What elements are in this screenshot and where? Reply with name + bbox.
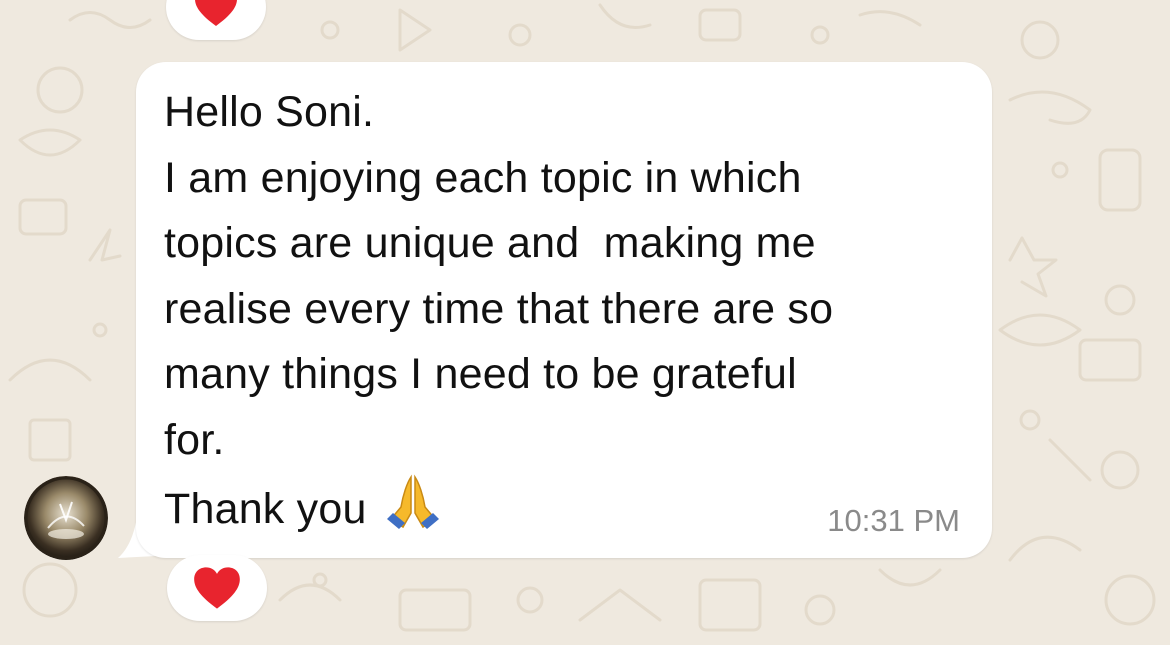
heart-reaction-top[interactable] bbox=[166, 0, 266, 40]
red-heart-icon bbox=[194, 567, 240, 609]
sender-avatar[interactable] bbox=[24, 476, 108, 560]
folded-hands-icon bbox=[386, 474, 439, 529]
message-line: many things I need to be grateful bbox=[164, 350, 797, 398]
message-line: for. bbox=[164, 415, 225, 464]
message-text: Hello Soni. I am enjoying each topic in … bbox=[164, 80, 974, 539]
message-line: Hello Soni. bbox=[164, 88, 375, 136]
message-line: topics are unique and making me bbox=[164, 219, 816, 267]
avatar-image bbox=[24, 476, 108, 560]
red-heart-icon bbox=[195, 0, 237, 26]
heart-reaction-bottom[interactable] bbox=[167, 555, 267, 621]
message-timestamp: 10:31 PM bbox=[827, 503, 960, 538]
message-line: Thank you bbox=[164, 485, 367, 533]
message-line: realise every time that there are so bbox=[164, 284, 834, 333]
message-line: I am enjoying each topic in which bbox=[164, 153, 802, 202]
